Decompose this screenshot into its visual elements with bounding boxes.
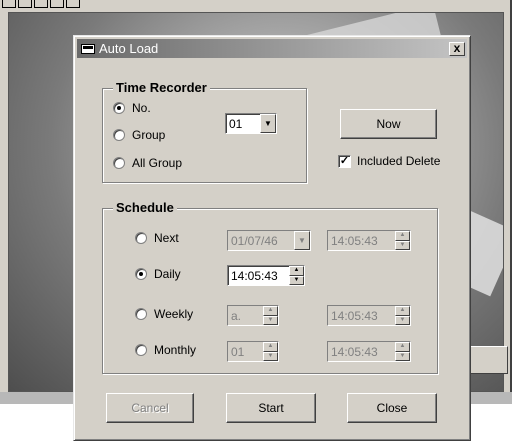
radio-monthly-indicator[interactable]	[135, 344, 147, 356]
chevron-down-icon[interactable]: ▼	[260, 114, 276, 133]
radio-no[interactable]: No.	[113, 101, 151, 115]
background-toolbar	[0, 0, 80, 10]
toolbar-pin-icon[interactable]	[2, 0, 16, 8]
spin-up-icon[interactable]: ▲	[289, 266, 304, 276]
weekly-time-value: 14:05:43	[328, 306, 395, 325]
monthly-day-value: 01	[228, 342, 263, 361]
dialog-titlebar[interactable]: Auto Load x	[77, 39, 467, 58]
recorder-number-value: 01	[229, 117, 243, 131]
included-delete-check[interactable]: ✓	[338, 154, 351, 168]
weekly-day-spinner[interactable]: a. ▲ ▼	[227, 305, 279, 326]
radio-daily-label: Daily	[154, 267, 181, 281]
toolbar-box-icon[interactable]	[50, 0, 64, 8]
dialog-title: Auto Load	[99, 41, 159, 56]
radio-next[interactable]: Next	[135, 231, 179, 245]
monthly-time-value: 14:05:43	[328, 342, 395, 361]
weekly-day-value: a.	[228, 306, 263, 325]
radio-daily-indicator[interactable]	[135, 268, 147, 280]
next-time-value: 14:05:43	[328, 231, 395, 250]
included-delete-label: Included Delete	[357, 154, 441, 168]
radio-all-group-label: All Group	[132, 156, 183, 170]
chevron-down-icon[interactable]: ▼	[294, 231, 310, 250]
start-button[interactable]: Start	[226, 393, 316, 423]
time-recorder-title: Time Recorder	[113, 80, 210, 95]
radio-all-group[interactable]: All Group	[113, 156, 182, 170]
next-time-spinner[interactable]: 14:05:43 ▲ ▼	[327, 230, 411, 251]
spin-up-icon[interactable]: ▲	[395, 342, 410, 352]
radio-group[interactable]: Group	[113, 128, 165, 142]
recorder-number-select[interactable]: 01 ▼	[225, 113, 277, 134]
close-button[interactable]: Close	[347, 393, 437, 423]
spin-down-icon[interactable]: ▼	[263, 351, 278, 361]
radio-no-indicator[interactable]	[113, 102, 125, 114]
weekly-time-spinner[interactable]: 14:05:43 ▲ ▼	[327, 305, 411, 326]
radio-group-indicator[interactable]	[113, 129, 125, 141]
toolbar-window-icon[interactable]	[66, 0, 80, 8]
next-date-select[interactable]: 01/07/46 ▼	[227, 230, 311, 251]
schedule-title: Schedule	[113, 200, 177, 215]
radio-weekly-label: Weekly	[154, 307, 194, 321]
spin-down-icon[interactable]: ▼	[395, 315, 410, 325]
radio-daily[interactable]: Daily	[135, 267, 181, 281]
next-date-value: 01/07/46	[228, 231, 294, 250]
spin-up-icon[interactable]: ▲	[395, 306, 410, 316]
spin-down-icon[interactable]: ▼	[289, 275, 304, 285]
close-icon[interactable]: x	[449, 41, 465, 56]
daily-time-value: 14:05:43	[231, 269, 278, 283]
radio-next-label: Next	[154, 231, 179, 245]
radio-monthly-label: Monthly	[154, 343, 197, 357]
spin-down-icon[interactable]: ▼	[395, 240, 410, 250]
spin-down-icon[interactable]: ▼	[395, 351, 410, 361]
radio-all-group-indicator[interactable]	[113, 157, 125, 169]
radio-weekly[interactable]: Weekly	[135, 307, 193, 321]
auto-load-dialog: Auto Load x Time Recorder No. Group All …	[73, 35, 471, 441]
time-recorder-group: Time Recorder No. Group All Group 01 ▼	[102, 80, 307, 183]
radio-monthly[interactable]: Monthly	[135, 343, 196, 357]
spin-up-icon[interactable]: ▲	[263, 342, 278, 352]
daily-time-spinner[interactable]: 14:05:43 ▲ ▼	[227, 265, 305, 286]
radio-no-label: No.	[132, 101, 151, 115]
radio-group-label: Group	[132, 128, 166, 142]
window-icon	[81, 43, 95, 54]
spin-up-icon[interactable]: ▲	[395, 231, 410, 241]
toolbar-page-icon[interactable]	[18, 0, 32, 8]
monthly-time-spinner[interactable]: 14:05:43 ▲ ▼	[327, 341, 411, 362]
now-button[interactable]: Now	[340, 109, 437, 139]
schedule-group: Schedule Next 01/07/46 ▼ 14:05:43 ▲ ▼ Dai…	[102, 200, 438, 374]
radio-next-indicator[interactable]	[135, 232, 147, 244]
spin-down-icon[interactable]: ▼	[263, 315, 278, 325]
spin-up-icon[interactable]: ▲	[263, 306, 278, 316]
radio-weekly-indicator[interactable]	[135, 308, 147, 320]
included-delete-checkbox[interactable]: ✓ Included Delete	[338, 154, 440, 168]
cancel-button[interactable]: Cancel	[106, 393, 194, 423]
toolbar-disc-icon[interactable]	[34, 0, 48, 8]
monthly-day-spinner[interactable]: 01 ▲ ▼	[227, 341, 279, 362]
